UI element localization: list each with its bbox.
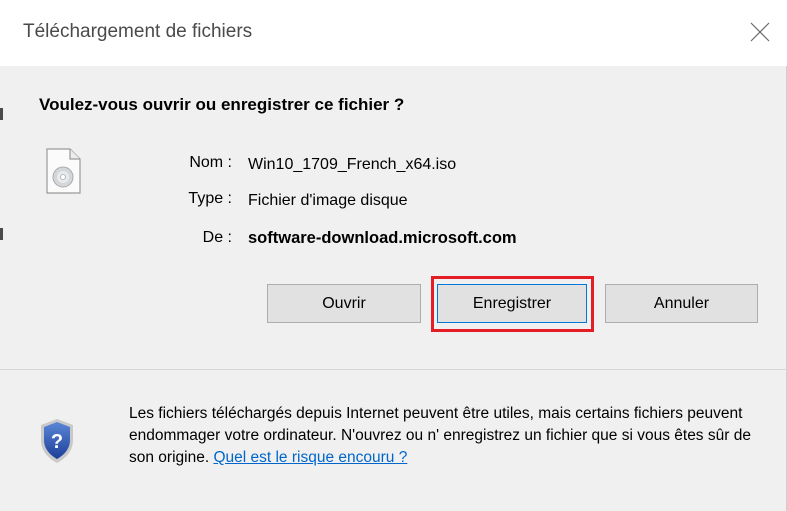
window-edge-mark	[0, 228, 3, 240]
dialog-title: Téléchargement de fichiers	[23, 21, 253, 42]
file-source: software-download.microsoft.com	[248, 229, 517, 247]
security-warning: Les fichiers téléchargés depuis Internet…	[129, 403, 764, 469]
close-button[interactable]	[748, 20, 772, 44]
risk-link[interactable]: Quel est le risque encouru ?	[213, 449, 407, 466]
cancel-button[interactable]: Annuler	[605, 284, 758, 323]
window-edge-mark	[0, 108, 3, 120]
security-shield-question-icon: ?	[41, 419, 73, 463]
file-name: Win10_1709_French_x64.iso	[248, 156, 457, 173]
svg-text:?: ?	[51, 431, 63, 453]
file-type: Fichier d'image disque	[248, 192, 408, 209]
close-icon	[750, 22, 770, 42]
file-download-dialog: Téléchargement de fichiers Voulez-vous o…	[0, 0, 787, 511]
question-heading: Voulez-vous ouvrir ou enregistrer ce fic…	[39, 95, 405, 114]
open-button[interactable]: Ouvrir	[267, 284, 421, 323]
save-button-highlight	[431, 276, 594, 332]
type-label: Type :	[188, 190, 232, 207]
title-bar: Téléchargement de fichiers	[0, 0, 787, 66]
separator	[0, 369, 787, 370]
name-label: Nom :	[189, 154, 232, 171]
disc-image-file-icon	[46, 148, 81, 194]
source-label: De :	[202, 229, 232, 246]
